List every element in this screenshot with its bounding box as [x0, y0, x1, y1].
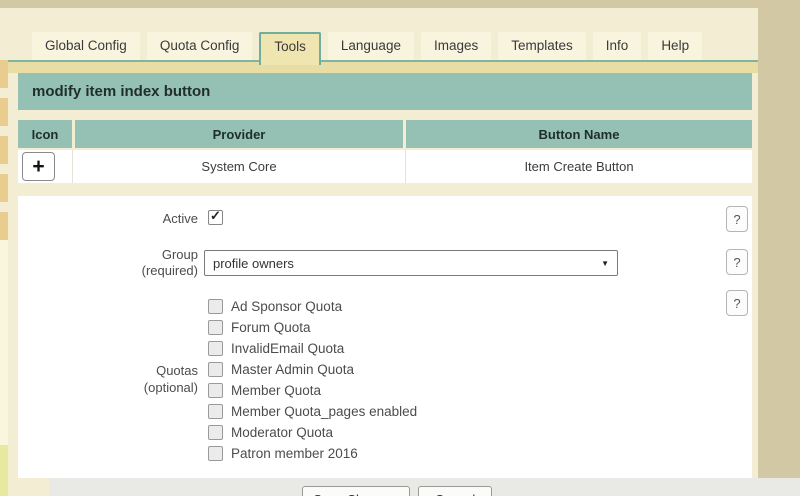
quota-option: Forum Quota	[208, 317, 417, 338]
quota-option: InvalidEmail Quota	[208, 338, 417, 359]
quota-option-label: Member Quota_pages enabled	[231, 404, 417, 419]
quota-option: Master Admin Quota	[208, 359, 417, 380]
group-select[interactable]: profile owners ▼	[204, 250, 618, 276]
provider-cell: System Core	[73, 150, 406, 183]
quota-checkbox[interactable]	[208, 446, 223, 461]
quota-checkbox[interactable]	[208, 320, 223, 335]
quota-option: Moderator Quota	[208, 422, 417, 443]
quota-checkbox[interactable]	[208, 341, 223, 356]
quota-option-label: Patron member 2016	[231, 446, 358, 461]
quota-option: Member Quota_pages enabled	[208, 401, 417, 422]
footer-bar: Save Changes Cancel	[49, 478, 800, 496]
active-checkbox[interactable]	[208, 210, 223, 225]
quotas-label-line2: (optional)	[18, 379, 198, 396]
tab-help[interactable]: Help	[648, 32, 702, 60]
save-button[interactable]: Save Changes	[302, 486, 410, 496]
column-header-button-name: Button Name	[406, 120, 752, 148]
tab-quota-config[interactable]: Quota Config	[147, 32, 253, 60]
quota-option-label: InvalidEmail Quota	[231, 341, 344, 356]
quota-option: Patron member 2016	[208, 443, 417, 464]
cancel-button[interactable]: Cancel	[418, 486, 492, 496]
quotas-label: Quotas (optional)	[18, 362, 198, 396]
quota-option-label: Member Quota	[231, 383, 321, 398]
group-label-line1: Group	[18, 247, 198, 263]
edit-form: Active ? Group (required) profile owners…	[18, 196, 752, 478]
quota-option-label: Master Admin Quota	[231, 362, 354, 377]
group-label-line2: (required)	[18, 263, 198, 279]
help-button-active[interactable]: ?	[726, 206, 748, 232]
help-button-group[interactable]: ?	[726, 249, 748, 275]
plus-icon-button[interactable]: +	[22, 152, 55, 181]
admin-screen: Global ConfigQuota ConfigToolsLanguageIm…	[0, 0, 800, 496]
page-title: modify item index button	[18, 83, 210, 100]
tab-global-config[interactable]: Global Config	[32, 32, 140, 60]
quota-option-label: Ad Sponsor Quota	[231, 299, 342, 314]
group-select-value: profile owners	[213, 256, 294, 271]
quota-checkbox[interactable]	[208, 404, 223, 419]
quota-checkbox[interactable]	[208, 425, 223, 440]
chevron-down-icon: ▼	[601, 259, 609, 268]
help-button-quotas[interactable]: ?	[726, 290, 748, 316]
quota-checkbox[interactable]	[208, 299, 223, 314]
quota-option-label: Forum Quota	[231, 320, 311, 335]
tab-bar: Global ConfigQuota ConfigToolsLanguageIm…	[32, 32, 702, 72]
section-header: modify item index button	[18, 73, 752, 110]
quotas-label-line1: Quotas	[18, 362, 198, 379]
column-header-icon: Icon	[18, 120, 72, 148]
tab-images[interactable]: Images	[421, 32, 491, 60]
quota-option-label: Moderator Quota	[231, 425, 333, 440]
quota-checkbox[interactable]	[208, 362, 223, 377]
tab-tools[interactable]: Tools	[259, 32, 321, 65]
tab-language[interactable]: Language	[328, 32, 414, 60]
quota-option: Member Quota	[208, 380, 417, 401]
button-name-cell: Item Create Button	[406, 150, 752, 183]
table-row: + System Core Item Create Button	[18, 150, 752, 183]
tab-info[interactable]: Info	[593, 32, 642, 60]
quota-option: Ad Sponsor Quota	[208, 296, 417, 317]
left-edge-strip-pale	[0, 240, 8, 445]
page-panel: Global ConfigQuota ConfigToolsLanguageIm…	[8, 8, 758, 496]
left-edge-stripes	[0, 60, 8, 240]
icon-cell: +	[18, 150, 73, 183]
table-header-row: Icon Provider Button Name	[18, 120, 752, 148]
left-edge-strip	[0, 8, 8, 60]
quota-options: Ad Sponsor Quota Forum Quota InvalidEmail …	[208, 296, 417, 464]
group-label: Group (required)	[18, 247, 198, 279]
active-label: Active	[18, 209, 198, 229]
quota-checkbox[interactable]	[208, 383, 223, 398]
column-header-provider: Provider	[75, 120, 403, 148]
tab-templates[interactable]: Templates	[498, 32, 586, 60]
